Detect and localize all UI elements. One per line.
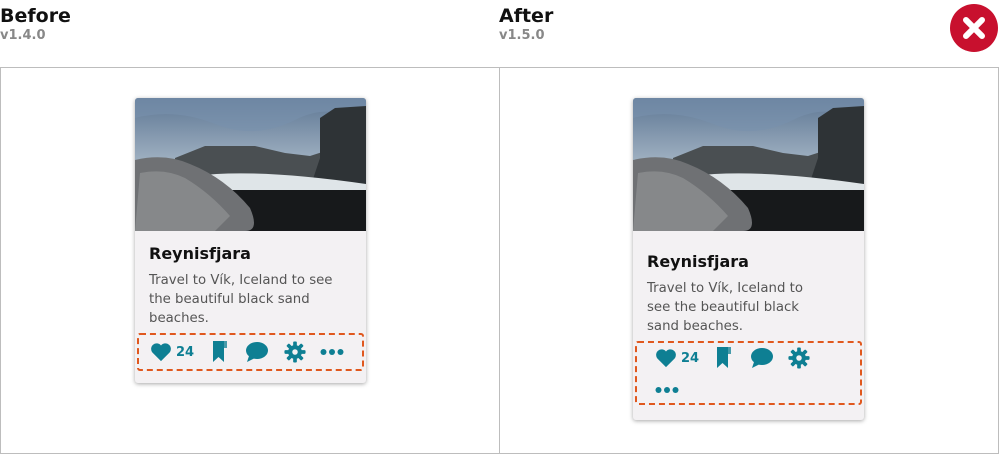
place-card: Reynisfjara Travel to Vík, Iceland to se… bbox=[135, 98, 366, 383]
comment-button[interactable] bbox=[750, 347, 774, 369]
bookmark-icon bbox=[213, 341, 227, 362]
card-description: Travel to Vík, Iceland to see the beauti… bbox=[647, 281, 803, 334]
heart-icon bbox=[656, 349, 676, 368]
card-title: Reynisfjara bbox=[149, 244, 251, 263]
like-count: 24 bbox=[176, 344, 195, 360]
bookmark-button[interactable] bbox=[211, 340, 229, 364]
more-button[interactable] bbox=[655, 386, 679, 394]
before-header: Before v1.4.0 bbox=[0, 5, 71, 45]
after-header: After v1.5.0 bbox=[499, 5, 553, 45]
gear-icon bbox=[284, 341, 306, 363]
settings-button[interactable] bbox=[284, 341, 306, 363]
gear-icon bbox=[788, 347, 810, 369]
card-image bbox=[135, 98, 366, 231]
card-description: Travel to Vík, Iceland to see the beauti… bbox=[149, 273, 333, 326]
card-actions: 24 bbox=[635, 341, 862, 405]
more-button[interactable] bbox=[320, 348, 344, 356]
card-image bbox=[633, 98, 864, 231]
like-count: 24 bbox=[681, 350, 700, 366]
after-title: After bbox=[499, 5, 554, 27]
before-title: Before bbox=[0, 5, 71, 27]
comment-icon bbox=[246, 342, 268, 362]
bookmark-button[interactable] bbox=[715, 346, 733, 370]
comparison-header: Before v1.4.0 After v1.5.0 bbox=[0, 0, 1000, 67]
after-panel: Reynisfjara Travel to Vík, Iceland to se… bbox=[499, 67, 999, 454]
like-button[interactable]: 24 bbox=[150, 342, 194, 362]
card-actions: 24 bbox=[137, 333, 364, 371]
heart-icon bbox=[151, 343, 171, 362]
bookmark-icon bbox=[717, 347, 731, 368]
like-button[interactable]: 24 bbox=[655, 348, 699, 368]
close-icon bbox=[963, 17, 985, 39]
comment-button[interactable] bbox=[245, 341, 269, 363]
before-version: v1.4.0 bbox=[0, 28, 46, 43]
settings-button[interactable] bbox=[788, 347, 810, 369]
more-icon bbox=[655, 387, 679, 393]
after-version: v1.5.0 bbox=[499, 28, 545, 43]
fail-status-badge bbox=[950, 4, 998, 52]
place-card: Reynisfjara Travel to Vík, Iceland to se… bbox=[633, 98, 864, 420]
more-icon bbox=[320, 349, 344, 355]
card-title: Reynisfjara bbox=[647, 252, 749, 271]
before-panel: Reynisfjara Travel to Vík, Iceland to se… bbox=[0, 67, 500, 454]
comment-icon bbox=[751, 348, 773, 368]
